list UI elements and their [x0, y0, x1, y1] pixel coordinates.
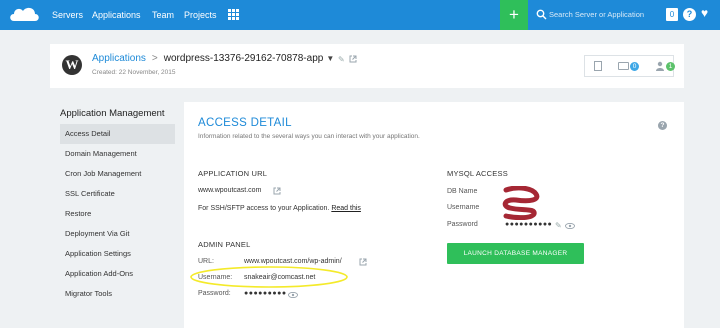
sidebar-item-application-settings[interactable]: Application Settings — [60, 244, 175, 264]
db-username-label: Username — [447, 204, 480, 211]
pencil-icon[interactable]: ✎ — [555, 221, 562, 230]
help-icon[interactable]: ? — [683, 8, 696, 21]
breadcrumb: Applications > wordpress-13376-29162-70878… — [92, 53, 334, 64]
redaction-scribble — [502, 186, 540, 220]
sidebar-item-domain-management[interactable]: Domain Management — [60, 144, 175, 164]
external-link-icon[interactable] — [359, 258, 367, 266]
db-name-label: DB Name — [447, 188, 478, 195]
breadcrumb-separator: > — [151, 53, 158, 64]
external-link-icon[interactable] — [273, 187, 281, 195]
highlight-circle-annotation — [190, 266, 348, 288]
db-password-masked: ●●●●●●●●●● — [505, 221, 553, 228]
wordpress-logo-icon: W — [62, 55, 82, 75]
admin-password-masked: ●●●●●●●●● — [244, 290, 287, 297]
user-icon[interactable] — [656, 61, 664, 71]
document-icon[interactable] — [594, 61, 602, 71]
admin-panel-title: ADMIN PANEL — [198, 240, 251, 249]
folder-count-badge: 0 — [630, 62, 639, 71]
cloudways-logo-icon[interactable] — [8, 4, 42, 24]
application-url-title: APPLICATION URL — [198, 169, 268, 178]
pencil-icon[interactable]: ✎ — [338, 55, 345, 64]
user-count-badge: 1 — [666, 62, 675, 71]
sidebar-item-deployment-via-git[interactable]: Deployment Via Git — [60, 224, 175, 244]
mysql-access-title: MYSQL ACCESS — [447, 169, 508, 178]
nav-projects[interactable]: Projects — [184, 0, 217, 30]
db-password-label: Password — [447, 221, 478, 228]
read-this-link[interactable]: Read this — [331, 205, 361, 212]
notification-badge[interactable]: 0 — [666, 8, 678, 21]
heart-icon[interactable]: ♥ — [701, 6, 708, 20]
sidebar-item-cron-job-management[interactable]: Cron Job Management — [60, 164, 175, 184]
sidebar-title: Application Management — [60, 108, 165, 119]
sidebar-item-access-detail[interactable]: Access Detail — [60, 124, 175, 144]
nav-applications[interactable]: Applications — [92, 0, 141, 30]
sidebar-menu: Access Detail Domain Management Cron Job… — [60, 124, 175, 304]
apps-grid-icon[interactable] — [228, 9, 239, 20]
created-date: Created: 22 November, 2015 — [92, 69, 176, 76]
launch-database-manager-button[interactable]: LAUNCH DATABASE MANAGER — [447, 243, 584, 264]
panel-subtitle: Information related to the several ways … — [198, 133, 420, 140]
eye-icon[interactable] — [288, 292, 298, 298]
application-url-value[interactable]: www.wpoutcast.com — [198, 187, 261, 194]
nav-team[interactable]: Team — [152, 0, 174, 30]
admin-password-label: Password: — [198, 290, 231, 297]
external-link-icon[interactable] — [349, 55, 357, 63]
help-question-icon[interactable]: ? — [658, 121, 667, 130]
sidebar-item-ssl-certificate[interactable]: SSL Certificate — [60, 184, 175, 204]
caret-down-icon[interactable]: ▼ — [326, 54, 334, 63]
app-name-dropdown[interactable]: wordpress-13376-29162-70878-app — [164, 53, 324, 64]
search-input[interactable]: Search Server or Application — [549, 0, 644, 30]
add-button[interactable]: + — [500, 0, 528, 30]
panel-title: ACCESS DETAIL — [198, 117, 292, 129]
eye-icon[interactable] — [565, 223, 575, 229]
folder-icon[interactable] — [618, 62, 629, 70]
breadcrumb-applications-link[interactable]: Applications — [92, 53, 146, 64]
sftp-info: For SSH/SFTP access to your Application.… — [198, 205, 361, 212]
nav-servers[interactable]: Servers — [52, 0, 83, 30]
sidebar-item-restore[interactable]: Restore — [60, 204, 175, 224]
sidebar-item-migrator-tools[interactable]: Migrator Tools — [60, 284, 175, 304]
search-icon — [536, 9, 547, 20]
sftp-info-text: For SSH/SFTP access to your Application. — [198, 205, 330, 212]
sidebar-item-application-add-ons[interactable]: Application Add-Ons — [60, 264, 175, 284]
